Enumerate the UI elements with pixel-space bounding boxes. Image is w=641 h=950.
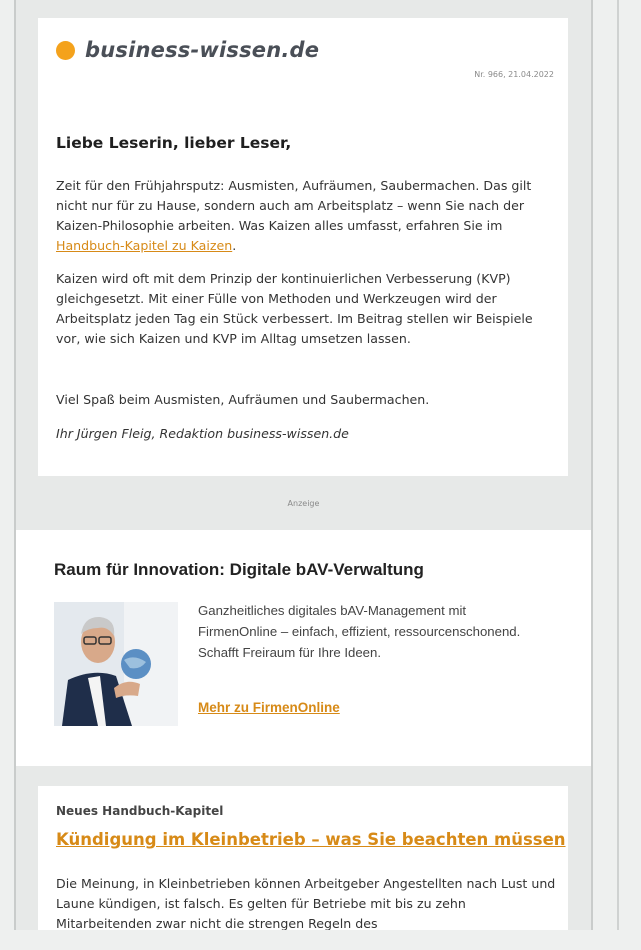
ad-description: Ganzheitliches digitales bAV-Management …	[198, 603, 521, 660]
intro-text: Zeit für den Frühjahrsputz: Ausmisten, A…	[56, 178, 532, 233]
ad-businessman-image[interactable]	[54, 602, 178, 726]
email-frame: business-wissen.de Nr. 966, 21.04.2022 L…	[14, 0, 593, 930]
brand-name: business-wissen.de	[85, 38, 320, 62]
brand-logo[interactable]: business-wissen.de	[56, 38, 319, 62]
greeting: Liebe Leserin, lieber Leser,	[56, 134, 292, 152]
news-teaser: Die Meinung, in Kleinbetrieben können Ar…	[56, 876, 556, 930]
kvp-paragraph: Kaizen wird oft mit dem Prinzip der kont…	[56, 271, 533, 346]
kaizen-chapter-link[interactable]: Handbuch-Kapitel zu Kaizen	[56, 238, 232, 253]
bottom-edge	[0, 930, 641, 950]
news-title-link[interactable]: Kündigung im Kleinbetrieb – was Sie beac…	[56, 830, 566, 849]
intro-paragraph: Zeit für den Frühjahrsputz: Ausmisten, A…	[56, 176, 550, 256]
brand-dot-icon	[56, 40, 75, 60]
ad-card: Raum für Innovation: Digitale bAV-Verwal…	[16, 530, 591, 766]
signature: Ihr Jürgen Fleig, Redaktion business-wis…	[56, 426, 349, 441]
issue-number: Nr. 966, 21.04.2022	[474, 70, 554, 79]
scrollbar-track[interactable]	[617, 0, 619, 930]
news-card: Neues Handbuch-Kapitel Kündigung im Klei…	[38, 786, 568, 930]
newsletter-intro-card: business-wissen.de Nr. 966, 21.04.2022 L…	[38, 18, 568, 476]
ad-label: Anzeige	[287, 499, 320, 508]
ad-title[interactable]: Raum für Innovation: Digitale bAV-Verwal…	[54, 560, 424, 580]
intro-end: .	[232, 238, 237, 253]
news-kicker: Neues Handbuch-Kapitel	[56, 804, 224, 818]
ad-cta-link[interactable]: Mehr zu FirmenOnline	[198, 700, 340, 715]
closing-paragraph: Viel Spaß beim Ausmisten, Aufräumen und …	[56, 392, 430, 407]
